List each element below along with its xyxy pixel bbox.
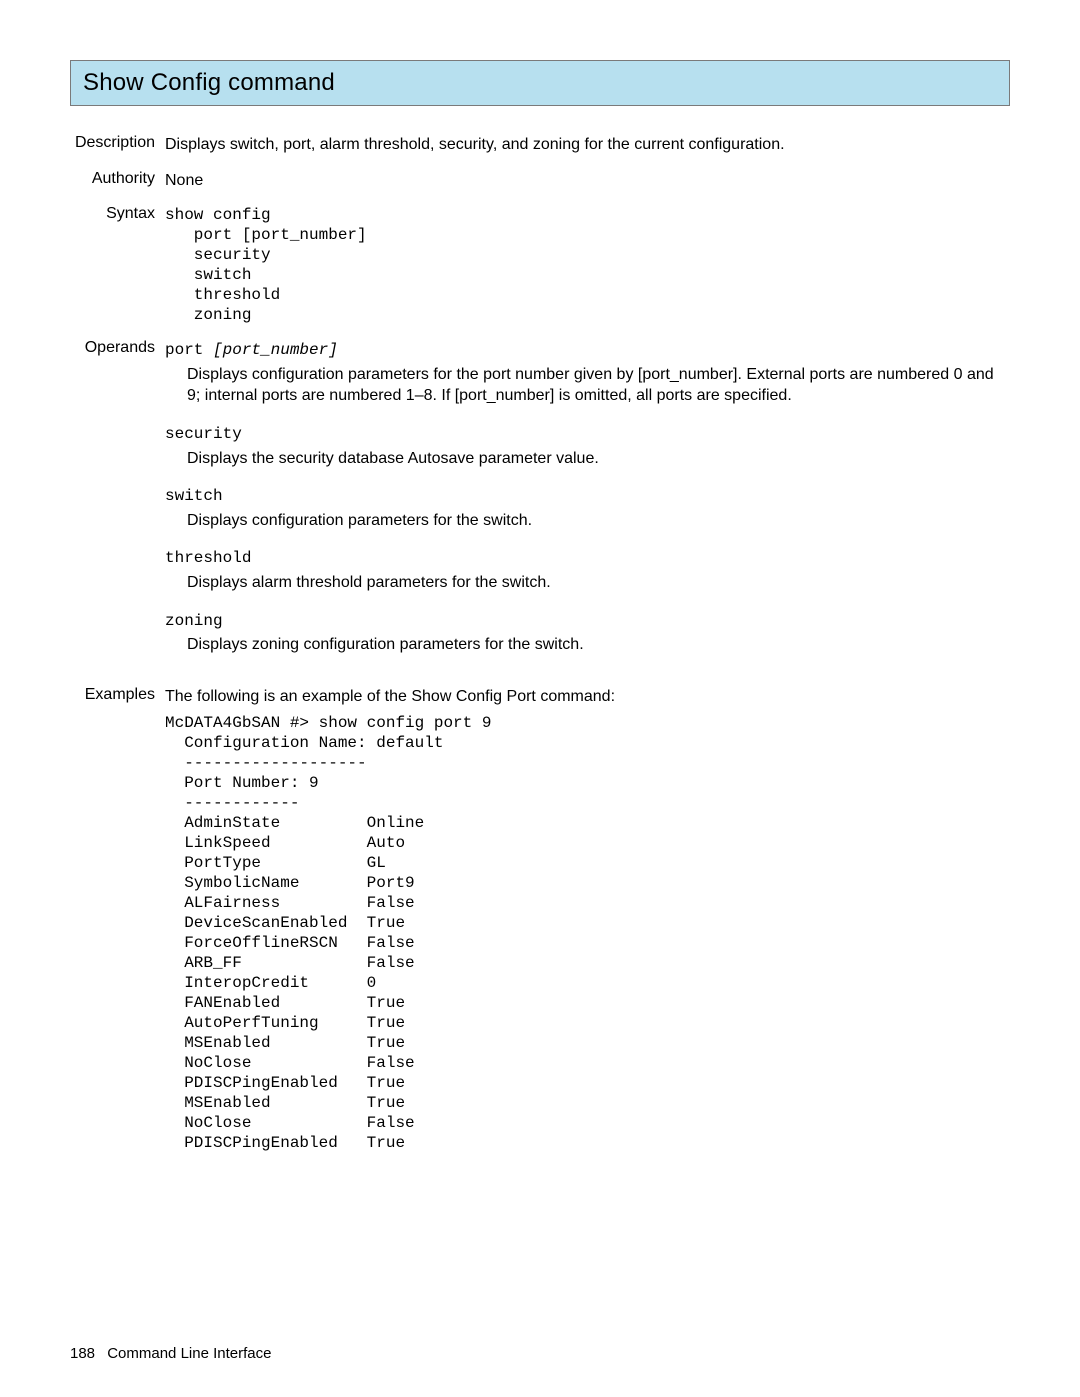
- section-heading-bar: Show Config command: [70, 60, 1010, 106]
- syntax-label: Syntax: [70, 205, 165, 223]
- description-text: Displays switch, port, alarm threshold, …: [165, 134, 1010, 156]
- operand-code: port [port_number]: [165, 341, 338, 359]
- operand-code: switch: [165, 487, 223, 505]
- operand-desc: Displays configuration parameters for th…: [165, 510, 1010, 532]
- operand-desc: Displays the security database Autosave …: [165, 448, 1010, 470]
- operand-switch: switch Displays configuration parameters…: [165, 485, 1010, 531]
- section-heading: Show Config command: [83, 69, 997, 97]
- page-content: Show Config command Description Displays…: [0, 0, 1080, 1153]
- operand-desc: Displays alarm threshold parameters for …: [165, 572, 1010, 594]
- footer-section: Command Line Interface: [107, 1345, 271, 1362]
- authority-label: Authority: [70, 170, 165, 188]
- examples-content: The following is an example of the Show …: [165, 686, 1010, 1154]
- examples-label: Examples: [70, 686, 165, 704]
- example-output: McDATA4GbSAN #> show config port 9 Confi…: [165, 713, 1010, 1153]
- description-row: Description Displays switch, port, alarm…: [70, 134, 1010, 156]
- operands-label: Operands: [70, 339, 165, 357]
- page-footer: 188 Command Line Interface: [70, 1345, 271, 1362]
- operand-desc: Displays zoning configuration parameters…: [165, 634, 1010, 656]
- authority-value: None: [165, 170, 1010, 192]
- operand-zoning: zoning Displays zoning configuration par…: [165, 610, 1010, 656]
- operand-threshold: threshold Displays alarm threshold param…: [165, 547, 1010, 593]
- authority-row: Authority None: [70, 170, 1010, 192]
- operand-security: security Displays the security database …: [165, 423, 1010, 469]
- syntax-block: show config port [port_number] security …: [165, 205, 1010, 325]
- operand-code: threshold: [165, 549, 251, 567]
- operand-port: port [port_number] Displays configuratio…: [165, 339, 1010, 407]
- operand-code: zoning: [165, 612, 223, 630]
- page-number: 188: [70, 1345, 103, 1362]
- operands-list: port [port_number] Displays configuratio…: [165, 339, 1010, 672]
- operand-code: security: [165, 425, 242, 443]
- examples-row: Examples The following is an example of …: [70, 686, 1010, 1154]
- description-label: Description: [70, 134, 165, 152]
- operand-desc: Displays configuration parameters for th…: [165, 364, 1010, 407]
- examples-intro: The following is an example of the Show …: [165, 686, 1010, 708]
- syntax-row: Syntax show config port [port_number] se…: [70, 205, 1010, 325]
- operands-row: Operands port [port_number] Displays con…: [70, 339, 1010, 672]
